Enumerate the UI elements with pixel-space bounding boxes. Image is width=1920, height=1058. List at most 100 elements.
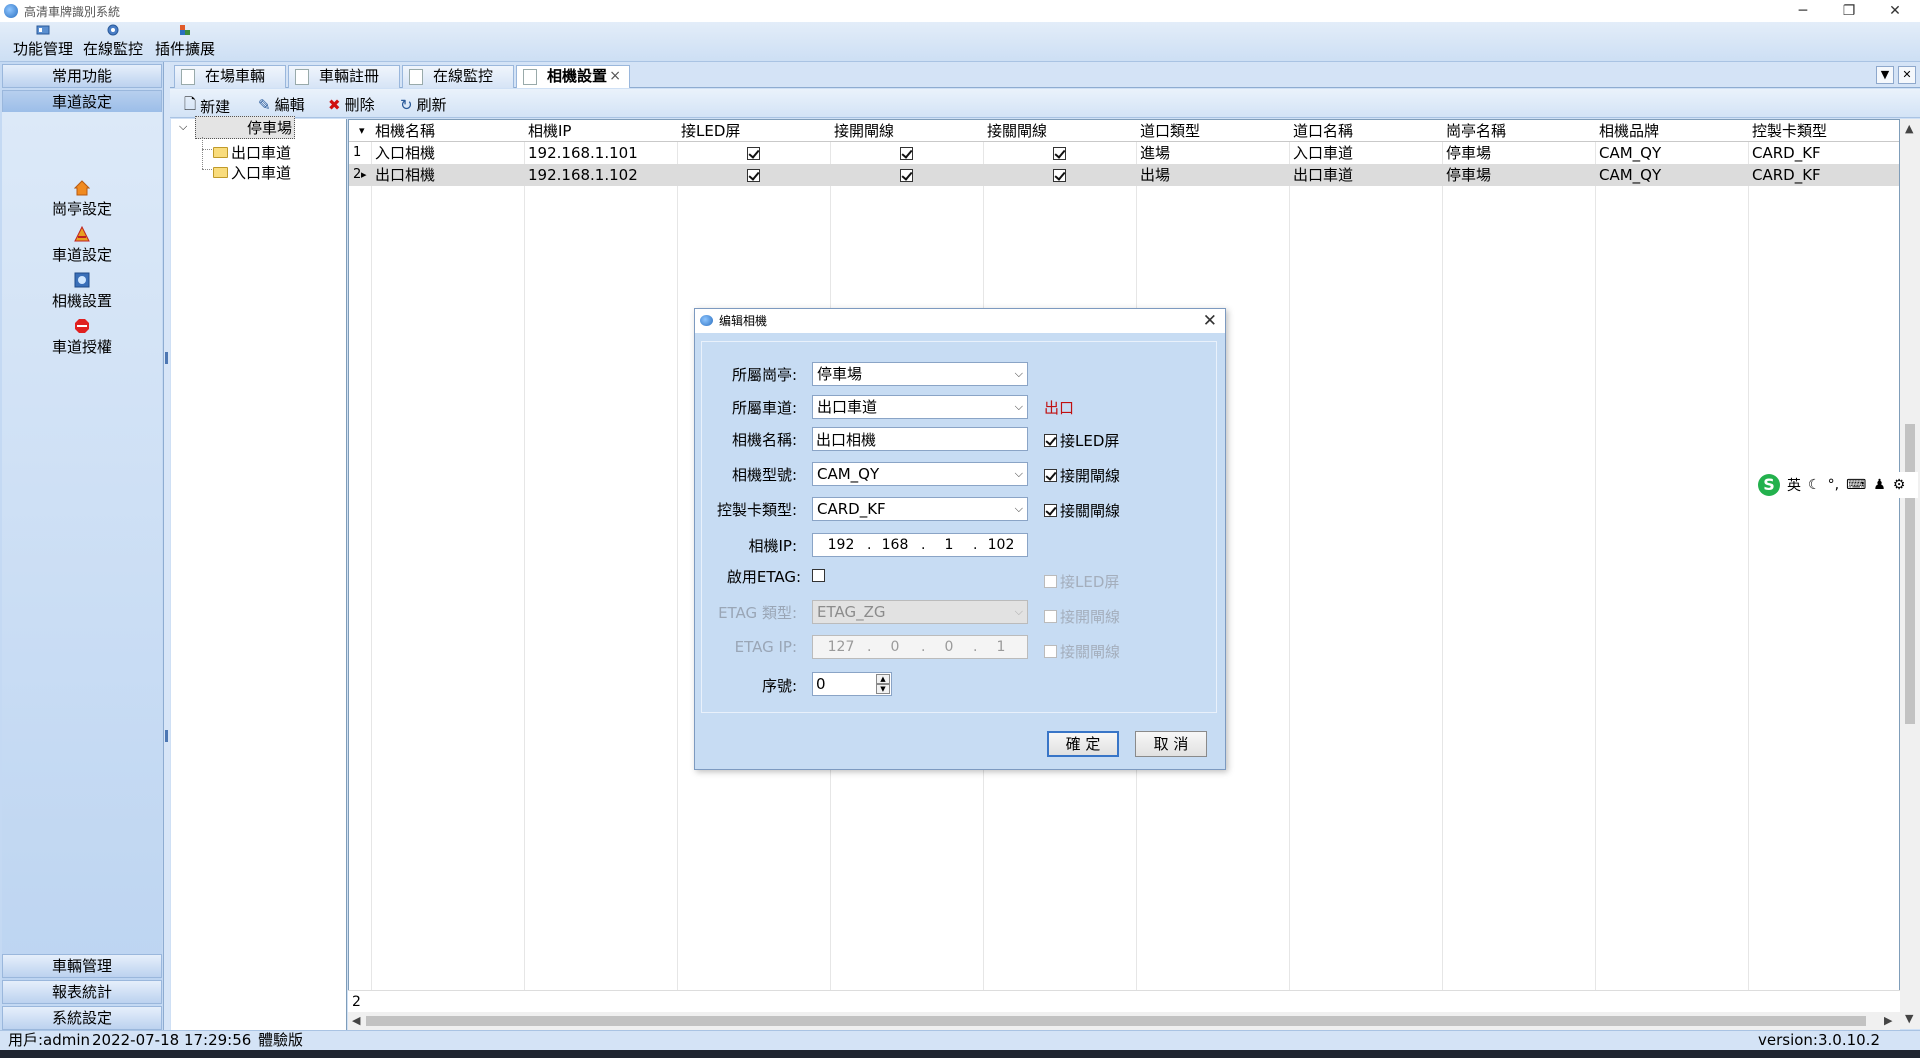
table-row[interactable]: 1 入口相機 192.168.1.101 進場 入口車道 停車場 CAM_QY … [349, 142, 1899, 164]
ip-octet[interactable]: 1 [929, 534, 969, 556]
tab-close-all-button[interactable]: ✕ [1898, 66, 1916, 84]
open-gate-checkbox[interactable] [900, 147, 913, 160]
scroll-left-icon[interactable]: ◀ [352, 1014, 360, 1027]
col-header-camera-name[interactable]: 相機名稱 [371, 120, 524, 142]
ip-octet[interactable]: 102 [981, 534, 1021, 556]
tree-node-exit-lane[interactable]: 出口車道 [213, 142, 291, 163]
cell-close-gate[interactable] [983, 164, 1136, 186]
ime-language-toggle[interactable]: 英 [1787, 475, 1801, 495]
splitter-grip[interactable] [165, 730, 168, 742]
dialog-close-icon[interactable]: ✕ [1203, 309, 1217, 333]
tab-online-monitor[interactable]: 在線監控 [402, 65, 514, 88]
col-header-led[interactable]: 接LED屏 [677, 120, 830, 142]
close-gate-line-checkbox[interactable]: 接關閘線 [1044, 500, 1120, 521]
edit-button[interactable]: ✎ 編輯 [258, 94, 305, 115]
booth-select[interactable]: 停車場 ⌵ [812, 362, 1028, 386]
ip-octet[interactable]: 192 [821, 534, 861, 556]
camera-name-input[interactable] [812, 427, 1028, 451]
col-header-card-type[interactable]: 控製卡類型 [1748, 120, 1899, 142]
close-gate-checkbox[interactable] [1053, 169, 1066, 182]
user-icon[interactable]: ♟ [1873, 477, 1886, 493]
ip-octet: 127 [827, 639, 855, 655]
splitter-grip[interactable] [165, 352, 168, 364]
cell-close-gate[interactable] [983, 142, 1136, 164]
lane-select[interactable]: 出口車道 ⌵ [812, 395, 1028, 419]
panel-splitter[interactable] [164, 62, 170, 1030]
col-header-camera-ip[interactable]: 相機IP [524, 120, 677, 142]
cell-open-gate[interactable] [830, 164, 983, 186]
settings-icon[interactable]: ⚙ [1893, 477, 1906, 493]
cell-led[interactable] [677, 142, 830, 164]
tree-node-entry-lane[interactable]: 入口車道 [213, 162, 291, 183]
led-checkbox[interactable] [747, 169, 760, 182]
restore-button[interactable]: ❐ [1826, 0, 1872, 22]
close-window-button[interactable]: ✕ [1872, 0, 1918, 22]
close-gate-checkbox[interactable] [1053, 147, 1066, 160]
tab-vehicles-in-lot[interactable]: 在場車輛 [174, 65, 286, 88]
scroll-thumb[interactable] [366, 1016, 1866, 1026]
ime-toolbar[interactable]: S 英 ☾ °, ⌨ ♟ ⚙ [1754, 472, 1918, 498]
menu-plugins[interactable]: 插件擴展 [152, 24, 218, 59]
led-screen-checkbox[interactable]: 接LED屏 [1044, 430, 1119, 451]
sort-indicator-icon[interactable]: ▾ [355, 120, 371, 142]
menu-online-monitor[interactable]: 在線監控 [80, 24, 146, 59]
dialog-title: 编辑相機 [719, 314, 768, 328]
status-bar: 用戶:admin 2022-07-18 17:29:56 體驗版 version… [0, 1030, 1920, 1050]
minimize-button[interactable]: ─ [1780, 0, 1826, 22]
ip-octet[interactable]: 168 [875, 534, 915, 556]
ok-button[interactable]: 確 定 [1047, 731, 1119, 757]
checkbox-box[interactable] [1044, 434, 1057, 447]
moon-icon[interactable]: ☾ [1808, 477, 1821, 493]
stepper-up-icon[interactable]: ▲ [876, 674, 890, 684]
ime-logo-icon[interactable]: S [1758, 474, 1780, 496]
scroll-up-icon[interactable]: ▲ [1905, 122, 1913, 135]
col-header-camera-brand[interactable]: 相機品牌 [1595, 120, 1748, 142]
nav-section-common[interactable]: 常用功能 [2, 64, 162, 88]
nav-section-lane-settings[interactable]: 車道設定 [2, 90, 162, 114]
card-type-select[interactable]: CARD_KF ⌵ [812, 497, 1028, 521]
checkbox-box[interactable] [1044, 504, 1057, 517]
menu-function-management[interactable]: 功能管理 [8, 24, 78, 59]
checkbox-box[interactable] [1044, 469, 1057, 482]
col-header-booth-name[interactable]: 崗亭名稱 [1442, 120, 1595, 142]
nav-item-lane-settings[interactable]: 車道設定 [2, 226, 162, 265]
tab-list-dropdown-button[interactable]: ▼ [1876, 66, 1894, 84]
tab-vehicle-registration[interactable]: 車輛註冊 [288, 65, 400, 88]
tree-expander-icon[interactable]: ⌵ [179, 120, 187, 134]
open-gate-checkbox[interactable] [900, 169, 913, 182]
nav-item-booth-settings[interactable]: 崗亭設定 [2, 180, 162, 219]
delete-button[interactable]: ✖ 刪除 [328, 94, 375, 115]
open-gate-line-checkbox[interactable]: 接開閘線 [1044, 465, 1120, 486]
nav-section-vehicle-management[interactable]: 車輛管理 [2, 954, 162, 978]
cell-open-gate[interactable] [830, 142, 983, 164]
led-checkbox[interactable] [747, 147, 760, 160]
tree-node-parking-lot[interactable]: 停車場 [195, 116, 295, 139]
col-header-gate-type[interactable]: 道口類型 [1136, 120, 1289, 142]
nav-item-lane-authorization[interactable]: 車道授權 [2, 318, 162, 357]
keyboard-icon[interactable]: ⌨ [1846, 477, 1866, 493]
cell-led[interactable] [677, 164, 830, 186]
punctuation-icon[interactable]: °, [1828, 477, 1839, 493]
vertical-scrollbar[interactable]: ▲ ▼ [1900, 119, 1920, 1029]
etag-enable-checkbox[interactable] [812, 569, 825, 582]
tab-close-icon[interactable]: × [609, 66, 621, 87]
cancel-button[interactable]: 取 消 [1135, 731, 1207, 757]
tab-camera-settings[interactable]: 相機設置 × [516, 65, 630, 88]
col-header-open-gate[interactable]: 接開閘線 [830, 120, 983, 142]
tab-label: 車輛註冊 [319, 67, 380, 85]
scroll-thumb[interactable] [1905, 424, 1915, 724]
nav-item-camera-settings[interactable]: 相機設置 [2, 272, 162, 311]
col-header-gate-name[interactable]: 道口名稱 [1289, 120, 1442, 142]
sequence-stepper[interactable]: 0 ▲ ▼ [812, 672, 892, 696]
camera-ip-input[interactable]: 192 . 168 . 1 . 102 [812, 533, 1028, 557]
scroll-down-icon[interactable]: ▼ [1905, 1012, 1913, 1025]
stepper-down-icon[interactable]: ▼ [876, 684, 890, 694]
refresh-button[interactable]: ↻ 刷新 [400, 94, 447, 115]
col-header-close-gate[interactable]: 接關閘線 [983, 120, 1136, 142]
scroll-right-icon[interactable]: ▶ [1884, 1014, 1892, 1027]
nav-section-system-settings[interactable]: 系統設定 [2, 1006, 162, 1030]
table-row[interactable]: 2 ▸ 出口相機 192.168.1.102 出場 出口車道 停車場 CAM_Q… [349, 164, 1899, 186]
nav-section-reports[interactable]: 報表統計 [2, 980, 162, 1004]
camera-model-select[interactable]: CAM_QY ⌵ [812, 462, 1028, 486]
horizontal-scrollbar[interactable]: ◀ ▶ [348, 1012, 1900, 1030]
